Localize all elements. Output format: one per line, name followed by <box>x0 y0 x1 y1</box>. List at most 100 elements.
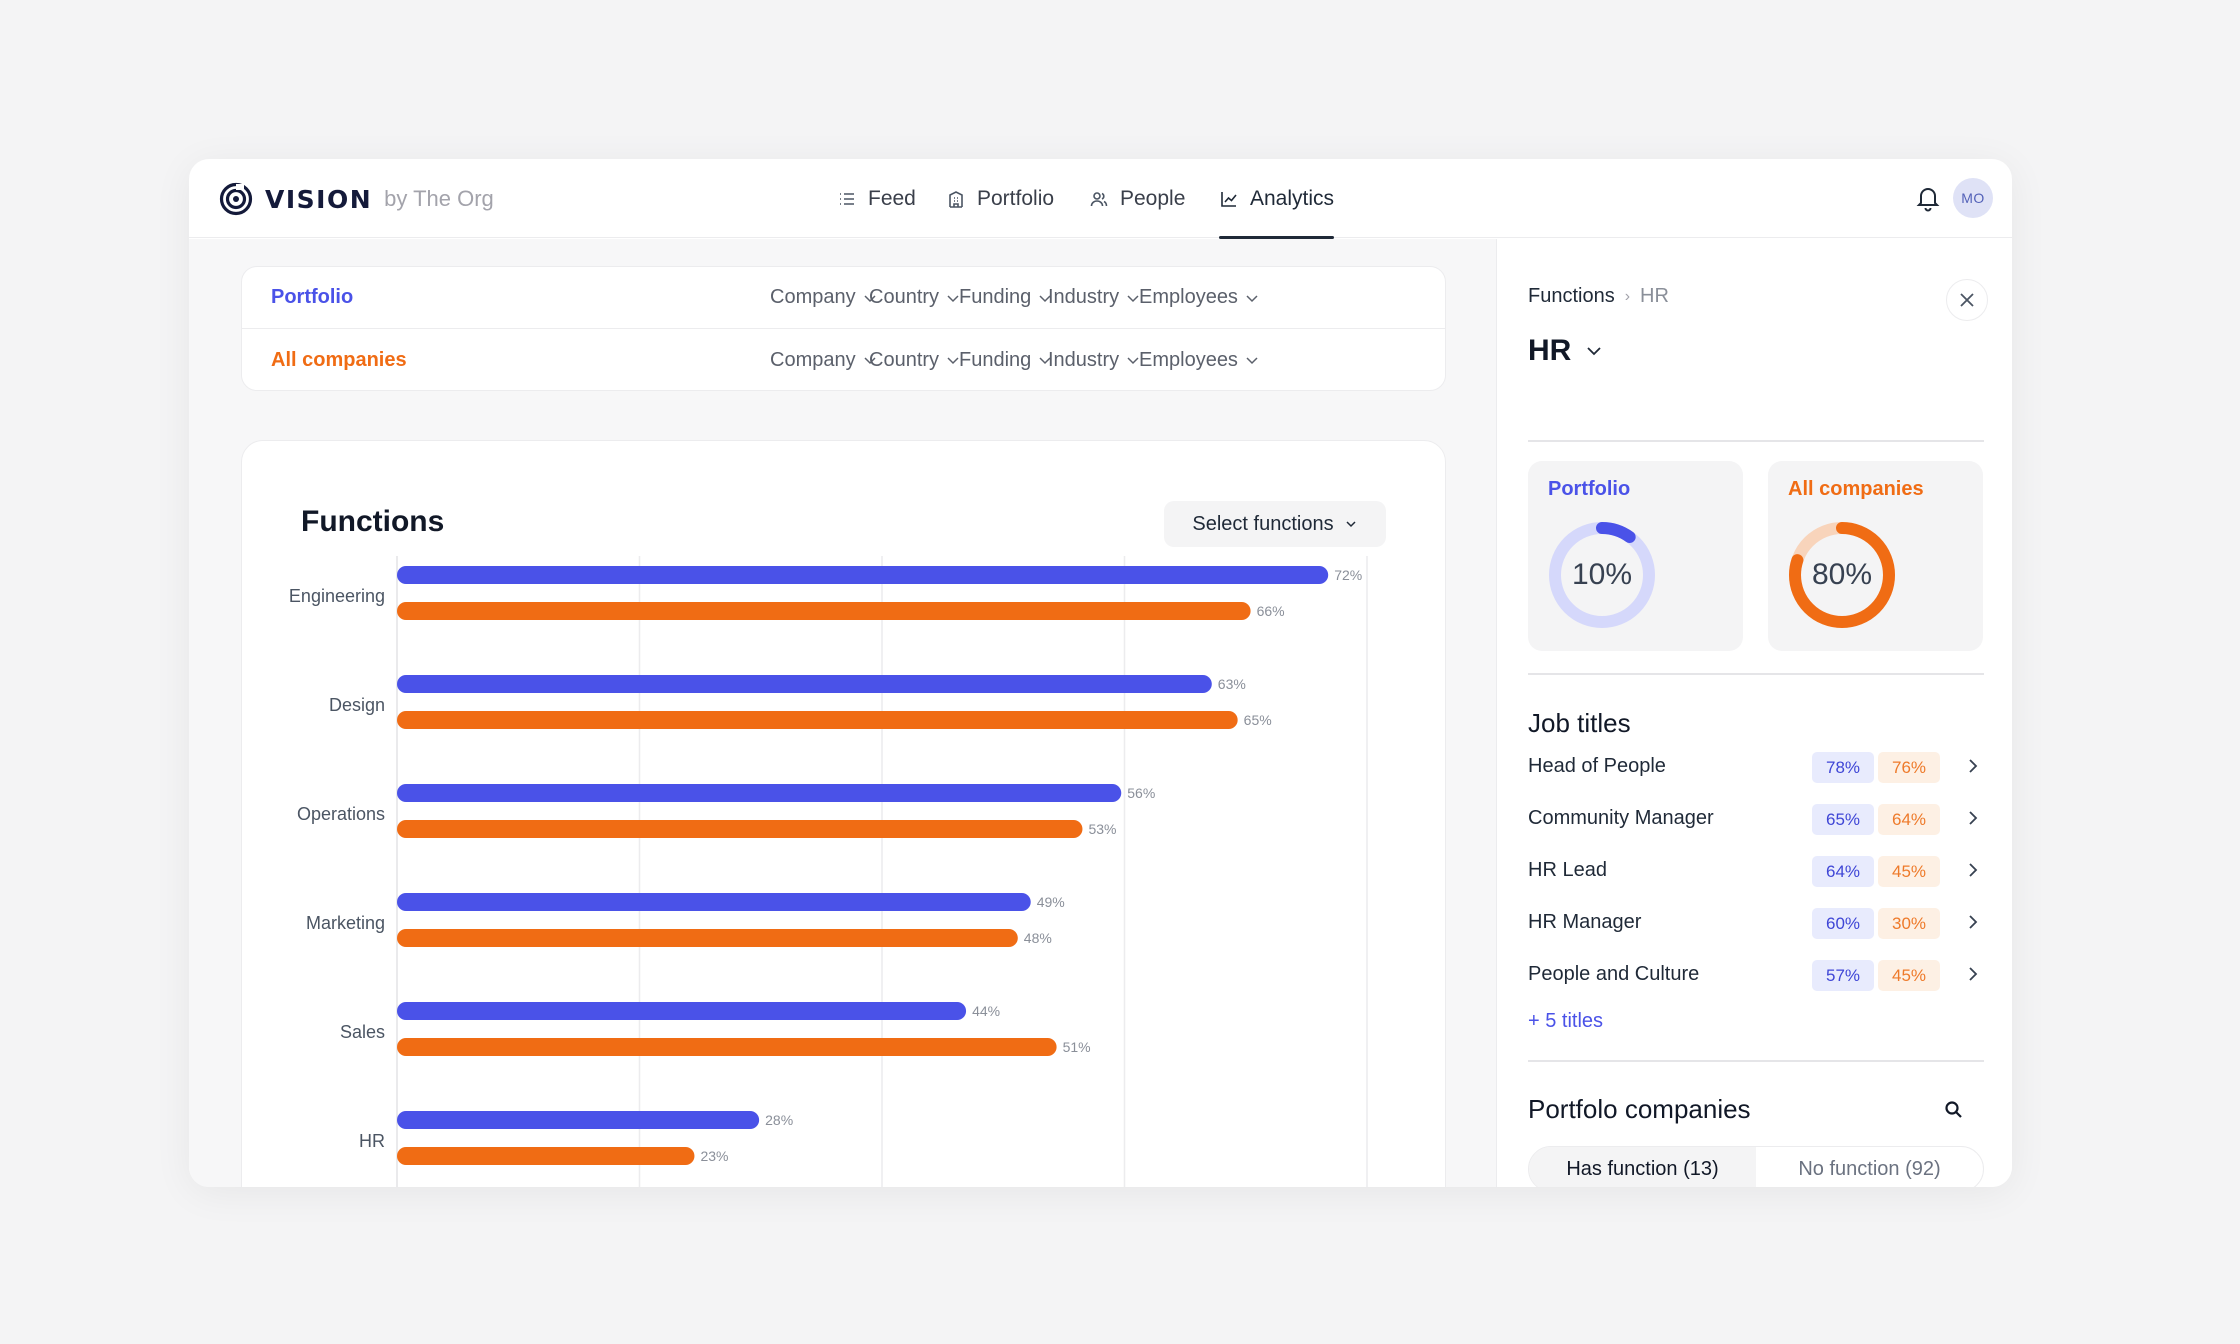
dropdown-label: Country <box>869 286 940 308</box>
close-panel-button[interactable] <box>1946 279 1988 321</box>
bar-all-companies[interactable] <box>397 1147 695 1165</box>
job-title-row[interactable]: People and Culture 57% 45% <box>1528 957 1988 993</box>
bar-portfolio[interactable] <box>397 566 1329 584</box>
bar-value-label: 48% <box>1024 930 1052 946</box>
nav-feed-label: Feed <box>868 186 916 210</box>
bar-all-companies[interactable] <box>397 1038 1057 1056</box>
building-icon <box>949 190 963 208</box>
bar-all-companies[interactable] <box>397 602 1251 620</box>
dropdown-label: Funding <box>959 348 1032 371</box>
filter-row-portfolio: Portfolio Company Country Funding Indust… <box>242 267 1445 329</box>
all-companies-percent-badge: 45% <box>1878 856 1940 887</box>
bar-value-label: 65% <box>1244 712 1272 728</box>
bar-portfolio[interactable] <box>397 784 1122 802</box>
filter-panel: Portfolio Company Country Funding Indust… <box>241 266 1446 391</box>
bar-value-label: 49% <box>1037 894 1065 910</box>
funding-dropdown[interactable]: Funding <box>959 349 1053 372</box>
job-title-name: HR Lead <box>1528 859 1607 881</box>
dropdown-label: Employees <box>1139 348 1238 371</box>
bar-value-label: 63% <box>1218 676 1246 692</box>
nav-feed[interactable]: Feed <box>837 159 916 238</box>
job-title-row[interactable]: Head of People 78% 76% <box>1528 749 1988 785</box>
company-dropdown[interactable]: Company <box>770 349 878 372</box>
chevron-right-icon <box>1969 759 1978 773</box>
divider <box>1528 440 1984 442</box>
nav-analytics-label: Analytics <box>1250 186 1335 210</box>
analytics-main: Portfolio Company Country Funding Indust… <box>189 239 1496 1187</box>
job-title-name: People and Culture <box>1528 963 1700 985</box>
nav-people-label: People <box>1120 186 1186 210</box>
bar-portfolio[interactable] <box>397 1002 967 1020</box>
country-dropdown[interactable]: Country <box>869 349 961 372</box>
function-title-text: HR <box>1528 334 1572 367</box>
functions-chart-card: Functions Select functions Engineering 72… <box>241 440 1446 1187</box>
employees-dropdown[interactable]: Employees <box>1139 286 1260 309</box>
breadcrumb-parent[interactable]: Functions <box>1528 285 1615 308</box>
bar-value-label: 56% <box>1127 785 1155 801</box>
bar-value-label: 51% <box>1063 1039 1091 1055</box>
bar-value-label: 23% <box>700 1148 728 1164</box>
funding-dropdown[interactable]: Funding <box>959 286 1053 309</box>
logo[interactable]: VISION by The Org <box>219 181 494 217</box>
bell-icon[interactable] <box>1913 183 1943 213</box>
breadcrumb: Functions › HR <box>1528 285 1669 308</box>
nav-portfolio[interactable]: Portfolio <box>946 159 1054 238</box>
job-title-name: Community Manager <box>1528 807 1714 829</box>
job-title-row[interactable]: Community Manager 65% 64% <box>1528 801 1988 837</box>
job-title-name: Head of People <box>1528 755 1666 777</box>
stat-label: Portfolio <box>1548 478 1631 500</box>
company-dropdown[interactable]: Company <box>770 286 878 309</box>
portfolio-companies-heading: Portfolo companies <box>1528 1094 1751 1124</box>
bar-value-label: 66% <box>1257 603 1285 619</box>
app-window: VISION by The Org Feed Portfolio People … <box>189 159 2012 1187</box>
company-function-tabs: Has function (13) No function (92) <box>1528 1146 1984 1187</box>
job-title-row[interactable]: HR Lead 64% 45% <box>1528 853 1988 889</box>
filter-row-label: Portfolio <box>271 286 354 308</box>
tab-no-function[interactable]: No function (92) <box>1756 1147 1983 1187</box>
tab-has-function[interactable]: Has function (13) <box>1529 1147 1756 1187</box>
chevron-right-icon <box>1969 915 1978 929</box>
bar-portfolio[interactable] <box>397 675 1212 693</box>
all-companies-percent-badge: 30% <box>1878 908 1940 939</box>
category-label: Sales <box>340 1022 385 1042</box>
job-titles-heading: Job titles <box>1528 708 1631 738</box>
bar-portfolio[interactable] <box>397 1111 760 1129</box>
breadcrumb-separator-icon: › <box>1624 287 1631 305</box>
function-title[interactable]: HR <box>1528 334 1603 368</box>
bar-portfolio[interactable] <box>397 893 1031 911</box>
bar-all-companies[interactable] <box>397 820 1083 838</box>
industry-dropdown[interactable]: Industry <box>1048 349 1141 372</box>
bar-all-companies[interactable] <box>397 711 1238 729</box>
portfolio-percent-badge: 64% <box>1812 856 1874 887</box>
close-icon <box>1960 293 1974 307</box>
all-companies-percent-badge: 45% <box>1878 960 1940 991</box>
dropdown-label: Industry <box>1048 286 1120 308</box>
portfolio-percent-badge: 65% <box>1812 804 1874 835</box>
brand-suffix: by The Org <box>384 186 494 211</box>
bar-value-label: 28% <box>765 1112 793 1128</box>
country-dropdown[interactable]: Country <box>869 286 961 309</box>
chevron-right-icon <box>1969 811 1978 825</box>
bar-value-label: 53% <box>1088 821 1116 837</box>
job-title-row[interactable]: HR Manager 60% 30% <box>1528 905 1988 941</box>
industry-dropdown[interactable]: Industry <box>1048 286 1141 309</box>
chevron-down-icon <box>1246 294 1258 302</box>
all-companies-percent-badge: 76% <box>1878 752 1940 783</box>
more-titles-link[interactable]: + 5 titles <box>1528 1010 1603 1033</box>
dropdown-label: Employees <box>1139 286 1238 308</box>
category-label: Marketing <box>306 913 385 933</box>
list-icon <box>840 192 854 205</box>
chevron-down-icon <box>1246 357 1258 365</box>
stat-value: 80% <box>1811 558 1873 591</box>
nav-analytics[interactable]: Analytics <box>1219 159 1335 239</box>
category-label: Design <box>329 695 385 715</box>
category-label: Engineering <box>289 586 385 606</box>
avatar[interactable]: MO <box>1953 178 1993 218</box>
stat-label: All companies <box>1788 478 1924 500</box>
bar-all-companies[interactable] <box>397 929 1018 947</box>
nav-portfolio-label: Portfolio <box>977 186 1055 210</box>
nav-people[interactable]: People <box>1089 159 1185 238</box>
search-icon[interactable] <box>1943 1099 1965 1121</box>
employees-dropdown[interactable]: Employees <box>1139 349 1260 372</box>
filter-row-label: All companies <box>271 348 407 371</box>
